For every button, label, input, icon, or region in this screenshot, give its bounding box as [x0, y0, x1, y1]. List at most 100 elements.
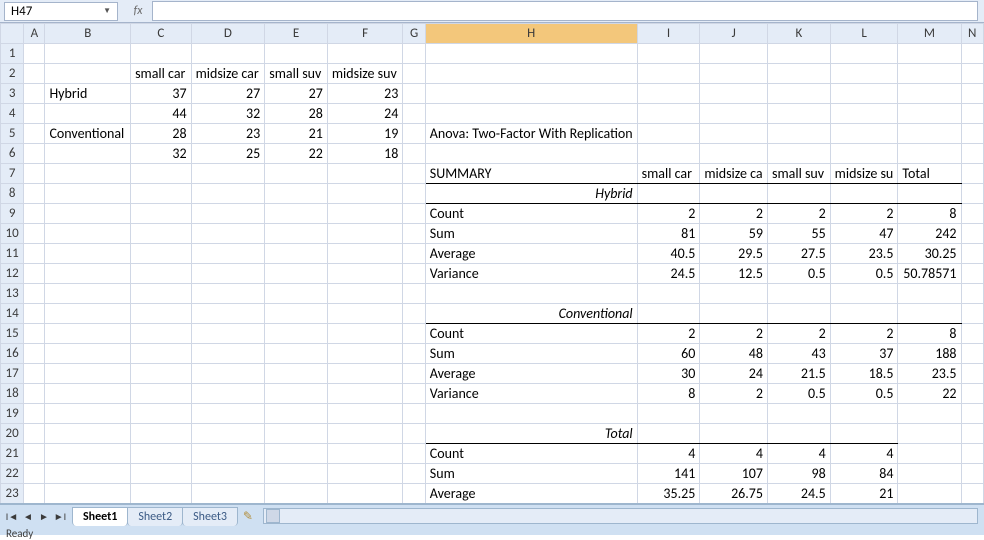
row-header-8[interactable]: 8 — [1, 184, 24, 204]
cell-N11[interactable] — [961, 244, 983, 264]
cell-A2[interactable] — [24, 64, 45, 84]
cell-K12[interactable]: 0.5 — [767, 264, 830, 284]
cell-M17[interactable]: 23.5 — [898, 364, 961, 384]
cell-G12[interactable] — [403, 264, 425, 284]
cell-H13[interactable] — [425, 284, 637, 304]
cell-D12[interactable] — [191, 264, 265, 284]
column-header-H[interactable]: H — [425, 24, 637, 44]
cell-G4[interactable] — [403, 104, 425, 124]
cell-G2[interactable] — [403, 64, 425, 84]
cell-D3[interactable]: 27 — [191, 84, 265, 104]
cell-J24[interactable]: 14.91667 — [700, 504, 768, 505]
cell-F18[interactable] — [327, 384, 402, 404]
cell-H20[interactable]: Total — [425, 424, 637, 444]
row-header-13[interactable]: 13 — [1, 284, 24, 304]
cell-C22[interactable] — [131, 464, 192, 484]
cell-F5[interactable]: 19 — [327, 124, 402, 144]
cell-L4[interactable] — [830, 104, 898, 124]
cell-K16[interactable]: 43 — [767, 344, 830, 364]
cell-A10[interactable] — [24, 224, 45, 244]
cell-D13[interactable] — [191, 284, 265, 304]
cell-H7[interactable]: SUMMARY — [425, 164, 637, 184]
cell-J14[interactable] — [700, 304, 768, 324]
cell-L15[interactable]: 2 — [830, 324, 898, 344]
cell-C15[interactable] — [131, 324, 192, 344]
cell-H15[interactable]: Count — [425, 324, 637, 344]
cell-C12[interactable] — [131, 264, 192, 284]
cell-F13[interactable] — [327, 284, 402, 304]
cell-I18[interactable]: 8 — [637, 384, 700, 404]
cell-G14[interactable] — [403, 304, 425, 324]
select-all-corner[interactable] — [1, 24, 24, 44]
column-header-K[interactable]: K — [767, 24, 830, 44]
cell-B5[interactable]: Conventional — [45, 124, 131, 144]
cell-F21[interactable] — [327, 444, 402, 464]
row-header-18[interactable]: 18 — [1, 384, 24, 404]
cell-J17[interactable]: 24 — [700, 364, 768, 384]
cell-L24[interactable]: 8.666667 — [830, 504, 898, 505]
cell-J15[interactable]: 2 — [700, 324, 768, 344]
cell-B20[interactable] — [45, 424, 131, 444]
cell-L11[interactable]: 23.5 — [830, 244, 898, 264]
cell-L23[interactable]: 21 — [830, 484, 898, 504]
cell-M13[interactable] — [898, 284, 961, 304]
cell-J16[interactable]: 48 — [700, 344, 768, 364]
cell-F23[interactable] — [327, 484, 402, 504]
cell-J11[interactable]: 29.5 — [700, 244, 768, 264]
cell-J18[interactable]: 2 — [700, 384, 768, 404]
cell-I11[interactable]: 40.5 — [637, 244, 700, 264]
cell-A11[interactable] — [24, 244, 45, 264]
cell-K14[interactable] — [767, 304, 830, 324]
cell-N9[interactable] — [961, 204, 983, 224]
cell-B1[interactable] — [45, 44, 131, 64]
cell-B14[interactable] — [45, 304, 131, 324]
cell-I24[interactable]: 47.58333 — [637, 504, 700, 505]
cell-A16[interactable] — [24, 344, 45, 364]
cell-C13[interactable] — [131, 284, 192, 304]
cell-B16[interactable] — [45, 344, 131, 364]
cell-N1[interactable] — [961, 44, 983, 64]
cell-G22[interactable] — [403, 464, 425, 484]
cell-L12[interactable]: 0.5 — [830, 264, 898, 284]
row-header-19[interactable]: 19 — [1, 404, 24, 424]
cell-B18[interactable] — [45, 384, 131, 404]
sheet-tab-sheet1[interactable]: Sheet1 — [72, 507, 128, 526]
cell-D20[interactable] — [191, 424, 265, 444]
row-header-7[interactable]: 7 — [1, 164, 24, 184]
cell-K1[interactable] — [767, 44, 830, 64]
cell-D9[interactable] — [191, 204, 265, 224]
cell-L9[interactable]: 2 — [830, 204, 898, 224]
cell-B2[interactable] — [45, 64, 131, 84]
cell-A23[interactable] — [24, 484, 45, 504]
cell-M7[interactable]: Total — [898, 164, 961, 184]
cell-L20[interactable] — [830, 424, 898, 444]
cell-G15[interactable] — [403, 324, 425, 344]
cell-K13[interactable] — [767, 284, 830, 304]
row-header-22[interactable]: 22 — [1, 464, 24, 484]
cell-L7[interactable]: midsize su — [830, 164, 898, 184]
formula-bar[interactable] — [152, 1, 978, 21]
cell-M5[interactable] — [898, 124, 961, 144]
cell-B11[interactable] — [45, 244, 131, 264]
cell-I21[interactable]: 4 — [637, 444, 700, 464]
cell-K9[interactable]: 2 — [767, 204, 830, 224]
cell-K19[interactable] — [767, 404, 830, 424]
cell-K3[interactable] — [767, 84, 830, 104]
cell-J21[interactable]: 4 — [700, 444, 768, 464]
cell-L17[interactable]: 18.5 — [830, 364, 898, 384]
cell-K18[interactable]: 0.5 — [767, 384, 830, 404]
cell-G20[interactable] — [403, 424, 425, 444]
cell-E6[interactable]: 22 — [265, 144, 328, 164]
cell-C17[interactable] — [131, 364, 192, 384]
cell-F2[interactable]: midsize suv — [327, 64, 402, 84]
row-header-20[interactable]: 20 — [1, 424, 24, 444]
cell-H6[interactable] — [425, 144, 637, 164]
cell-H14[interactable]: Conventional — [425, 304, 637, 324]
cell-A13[interactable] — [24, 284, 45, 304]
name-box[interactable]: H47 ▼ — [4, 2, 118, 21]
cell-D19[interactable] — [191, 404, 265, 424]
cell-E20[interactable] — [265, 424, 328, 444]
cell-I16[interactable]: 60 — [637, 344, 700, 364]
row-header-5[interactable]: 5 — [1, 124, 24, 144]
cell-B19[interactable] — [45, 404, 131, 424]
